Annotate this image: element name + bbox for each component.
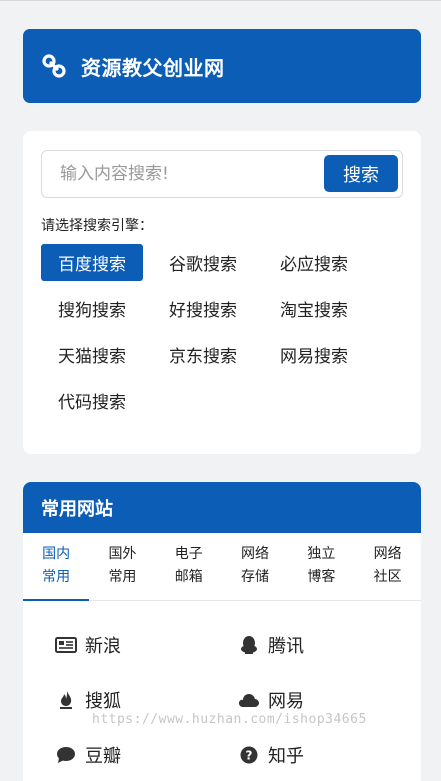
engine-baidu[interactable]: 百度搜索	[41, 244, 143, 281]
engine-bing[interactable]: 必应搜索	[263, 244, 365, 281]
search-box: 搜索	[41, 150, 403, 198]
common-sites-title: 常用网站	[41, 498, 113, 520]
tab-line: 邮箱	[174, 569, 203, 585]
newspaper-icon	[55, 635, 77, 655]
site-link-netease[interactable]: 网易	[238, 687, 304, 713]
tab-line: 常用	[42, 569, 71, 585]
common-sites-header: 常用网站	[23, 482, 421, 533]
site-link-label: 知乎	[268, 746, 304, 767]
site-link-label: 搜狐	[85, 691, 121, 712]
tab-line: 电子	[174, 546, 203, 562]
top-border	[0, 0, 441, 1]
chat-bubble-icon	[55, 745, 77, 765]
site-link-label: 豆瓣	[85, 746, 121, 767]
tab-line: 国内	[42, 546, 71, 562]
engine-sogou[interactable]: 搜狗搜索	[41, 290, 143, 327]
cloud-icon	[238, 690, 260, 710]
engine-tmall[interactable]: 天猫搜索	[41, 336, 143, 373]
engine-code[interactable]: 代码搜索	[41, 382, 143, 419]
question-circle-icon: ?	[238, 745, 260, 765]
engine-jd[interactable]: 京东搜索	[152, 336, 254, 373]
watermark: https://www.huzhan.com/ishop34665	[92, 712, 367, 727]
tab-storage[interactable]: 网络 存储	[222, 533, 288, 600]
common-sites-card: 常用网站 国内常用 国外常用 电子邮箱 网络存储 独立博客 网络社区 新浪 腾讯…	[23, 482, 421, 781]
tab-email[interactable]: 电子 邮箱	[156, 533, 222, 600]
tab-line: 网络	[241, 546, 270, 562]
tab-foreign[interactable]: 国外 常用	[89, 533, 155, 600]
engine-prompt: 请选择搜索引擎：	[41, 218, 153, 234]
site-header: 资源教父创业网	[23, 29, 421, 103]
site-link-sohu[interactable]: 搜狐	[55, 687, 121, 713]
site-link-label: 腾讯	[268, 636, 304, 657]
site-category-tabs: 国内常用 国外常用 电子邮箱 网络存储 独立博客 网络社区	[23, 533, 421, 601]
engine-google[interactable]: 谷歌搜索	[152, 244, 254, 281]
svg-text:?: ?	[246, 749, 253, 763]
tab-community[interactable]: 网络 社区	[354, 533, 420, 600]
engine-taobao[interactable]: 淘宝搜索	[263, 290, 365, 327]
tab-blog[interactable]: 独立 博客	[288, 533, 354, 600]
search-button[interactable]: 搜索	[324, 155, 398, 192]
site-link-label: 新浪	[85, 636, 121, 657]
site-title[interactable]: 资源教父创业网	[81, 52, 225, 81]
tab-line: 博客	[307, 569, 336, 585]
tab-line: 社区	[373, 569, 402, 585]
link-icon	[41, 53, 67, 79]
tab-line: 存储	[241, 569, 270, 585]
search-card: 搜索 请选择搜索引擎： 百度搜索 谷歌搜索 必应搜索 搜狗搜索 好搜搜索 淘宝搜…	[23, 131, 421, 454]
tab-line: 网络	[373, 546, 402, 562]
engine-haosou[interactable]: 好搜搜索	[152, 290, 254, 327]
site-link-sina[interactable]: 新浪	[55, 632, 121, 658]
tab-line: 独立	[307, 546, 336, 562]
fire-icon	[55, 690, 77, 710]
site-link-zhihu[interactable]: ? 知乎	[238, 742, 304, 768]
tab-line: 国外	[108, 546, 137, 562]
tab-domestic[interactable]: 国内 常用	[23, 533, 90, 601]
tab-line: 常用	[108, 569, 137, 585]
site-link-douban[interactable]: 豆瓣	[55, 742, 121, 768]
site-link-tencent[interactable]: 腾讯	[238, 632, 304, 658]
engine-netease[interactable]: 网易搜索	[263, 336, 365, 373]
qq-penguin-icon	[238, 635, 260, 655]
search-input[interactable]	[42, 151, 322, 197]
site-link-label: 网易	[268, 691, 304, 712]
engine-list: 百度搜索 谷歌搜索 必应搜索 搜狗搜索 好搜搜索 淘宝搜索 天猫搜索 京东搜索 …	[41, 244, 386, 419]
